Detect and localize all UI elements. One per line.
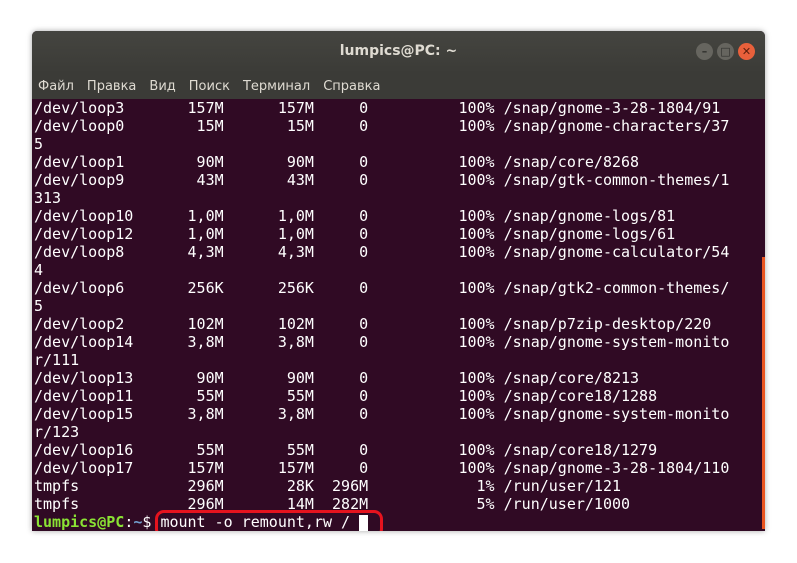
- prompt-separator: :: [124, 513, 134, 531]
- output-line: 4: [34, 261, 44, 279]
- output-line: 313: [34, 189, 62, 207]
- title-bar[interactable]: lumpics@PC: ~ – □ ✕: [32, 31, 765, 73]
- menu-view[interactable]: Вид: [149, 79, 175, 94]
- output-line: r/123: [34, 423, 80, 441]
- output-line: /dev/loop14 3,8M 3,8M 0 100% /snap/gnome…: [34, 333, 730, 351]
- output-line: /dev/loop1 90M 90M 0 100% /snap/core/826…: [34, 153, 640, 171]
- window-controls: – □ ✕: [696, 43, 755, 60]
- output-line: tmpfs 296M 14M 282M 5% /run/user/1000: [34, 495, 631, 513]
- output-line: /dev/loop3 157M 157M 0 100% /snap/gnome-…: [34, 99, 721, 117]
- output-line: /dev/loop0 15M 15M 0 100% /snap/gnome-ch…: [34, 117, 730, 135]
- menu-edit[interactable]: Правка: [87, 79, 136, 94]
- command-wrapper: mount -o remount,rw /: [155, 510, 384, 531]
- output-line: /dev/loop6 256K 256K 0 100% /snap/gtk2-c…: [34, 279, 730, 297]
- output-lines: /dev/loop3 157M 157M 0 100% /snap/gnome-…: [34, 99, 729, 531]
- menu-help[interactable]: Справка: [323, 79, 380, 94]
- output-line: /dev/loop16 55M 55M 0 100% /snap/core18/…: [34, 441, 658, 459]
- output-line: /dev/loop11 55M 55M 0 100% /snap/core18/…: [34, 387, 658, 405]
- close-icon[interactable]: ✕: [738, 43, 755, 60]
- output-line: /dev/loop13 90M 90M 0 100% /snap/core/82…: [34, 369, 640, 387]
- output-line: 5: [34, 297, 44, 315]
- menu-file[interactable]: Файл: [38, 79, 74, 94]
- output-line: /dev/loop9 43M 43M 0 100% /snap/gtk-comm…: [34, 171, 730, 189]
- menu-terminal[interactable]: Терминал: [243, 79, 310, 94]
- prompt-user: lumpics@PC: [34, 513, 125, 531]
- output-line: /dev/loop15 3,8M 3,8M 0 100% /snap/gnome…: [34, 405, 730, 423]
- menu-bar: Файл Правка Вид Поиск Терминал Справка: [32, 73, 765, 99]
- output-line: 5: [34, 135, 44, 153]
- maximize-icon[interactable]: □: [717, 43, 734, 60]
- output-line: r/111: [34, 351, 80, 369]
- window-title: lumpics@PC: ~: [339, 43, 458, 59]
- prompt-line[interactable]: lumpics@PC:~$ mount -o remount,rw /: [34, 510, 729, 531]
- output-line: /dev/loop17 157M 157M 0 100% /snap/gnome…: [34, 459, 730, 477]
- terminal-window: lumpics@PC: ~ – □ ✕ Файл Правка Вид Поис…: [32, 31, 765, 531]
- terminal-output[interactable]: /dev/loop3 157M 157M 0 100% /snap/gnome-…: [32, 99, 765, 531]
- highlight-annotation: [155, 510, 384, 531]
- output-line: /dev/loop2 102M 102M 0 100% /snap/p7zip-…: [34, 315, 712, 333]
- output-line: /dev/loop12 1,0M 1,0M 0 100% /snap/gnome…: [34, 225, 676, 243]
- output-line: tmpfs 296M 28K 296M 1% /run/user/121: [34, 477, 621, 495]
- scrollbar[interactable]: [762, 257, 765, 529]
- menu-search[interactable]: Поиск: [189, 79, 230, 94]
- output-line: /dev/loop10 1,0M 1,0M 0 100% /snap/gnome…: [34, 207, 676, 225]
- minimize-icon[interactable]: –: [696, 43, 713, 60]
- output-line: /dev/loop8 4,3M 4,3M 0 100% /snap/gnome-…: [34, 243, 730, 261]
